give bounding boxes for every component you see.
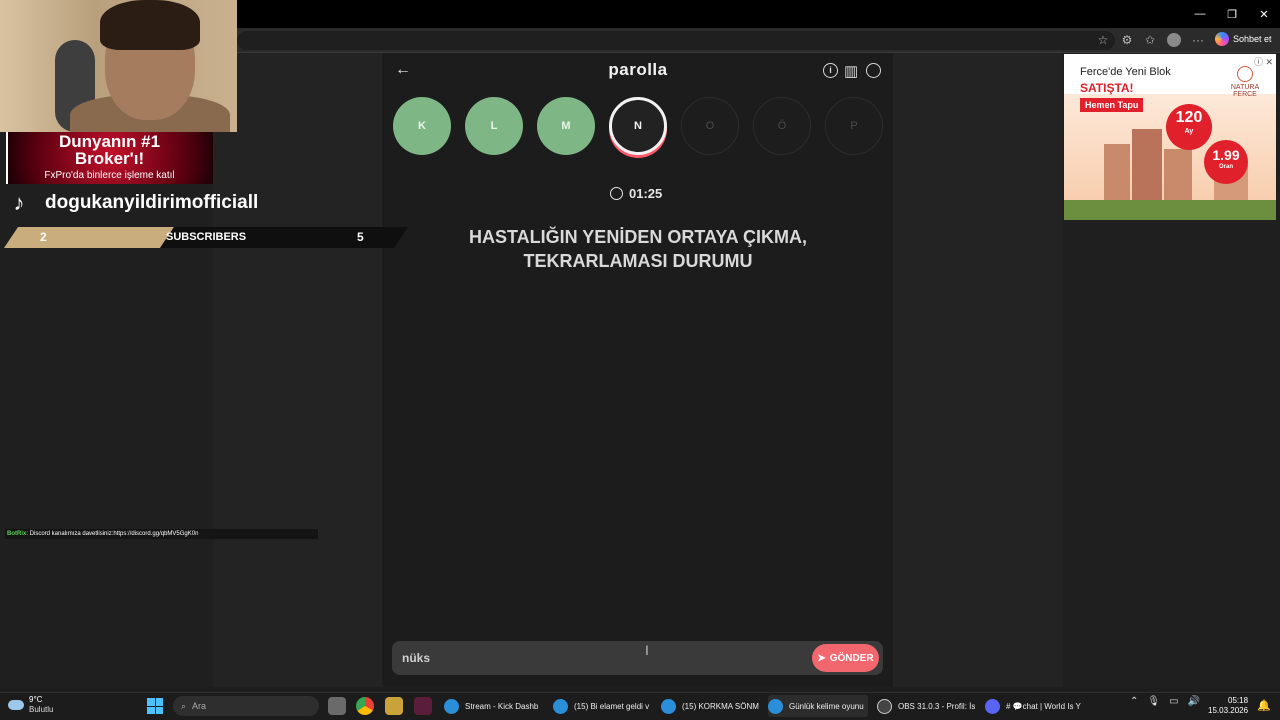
timer-value: 01:25 (629, 186, 663, 201)
question-line-2: TEKRARLAMASI DURUMU (523, 251, 753, 271)
side-ad-rate: 1.99 Oran (1204, 140, 1248, 184)
edge-icon (553, 698, 568, 714)
chat-message-text: : Discord kanalımıza davetlisiniz:https:… (26, 531, 199, 537)
maximize-button[interactable]: ❐ (1216, 0, 1248, 28)
send-label: GÖNDER (829, 652, 874, 664)
side-ad-months: 120 Ay (1166, 104, 1212, 150)
minimize-button[interactable]: — (1184, 0, 1216, 28)
ad-subline: FxPro'da binlerce işleme katıl (44, 170, 175, 181)
address-bar[interactable] (237, 31, 1115, 50)
subscriber-label: SUBSCRIBERS (166, 231, 247, 243)
chrome-icon[interactable] (356, 697, 374, 715)
send-icon: ➤ (817, 652, 826, 664)
search-icon: ⌕ (181, 700, 187, 711)
ad-headline-2: Broker'ı! (74, 149, 145, 168)
brand-logo-icon (1237, 66, 1253, 82)
discord-icon (985, 698, 1000, 714)
letter-n-active: N (609, 97, 667, 155)
question-text: HASTALIĞIN YENİDEN ORTAYA ÇIKMA, TEKRARL… (420, 225, 856, 273)
clock-time: 05:18 (1228, 696, 1249, 705)
send-button[interactable]: ➤ GÖNDER (812, 644, 879, 672)
broker-ad-banner: Dunyanın #1 Broker'ı! FxPro'da binlerce … (6, 132, 213, 184)
obs-icon (877, 698, 892, 714)
start-button[interactable] (147, 698, 163, 714)
account-icon[interactable] (866, 63, 881, 78)
task-kick-dashboard[interactable]: Stream - Kick Dashb (444, 695, 542, 717)
question-line-1: HASTALIĞIN YENİDEN ORTAYA ÇIKMA, (468, 227, 808, 247)
subscriber-bar-left (4, 227, 174, 248)
back-arrow-icon[interactable]: ← (395, 61, 411, 79)
task-youtube-2[interactable]: (15) KORKMA SÖNM (661, 695, 759, 717)
system-tray: ⌃ 🎙 ▭ 🔊 (1130, 696, 1200, 707)
letter-o: O (681, 97, 739, 155)
task-youtube-1[interactable]: (15) Bi elamet geldi v (553, 695, 651, 717)
letter-k: K (393, 97, 451, 155)
profile-icon[interactable] (1167, 33, 1181, 47)
side-ad-line-2: SATIŞTA! (1080, 81, 1134, 95)
subscriber-count-right: 5 (357, 230, 364, 244)
favorites-icon[interactable]: ✩ (1143, 33, 1157, 47)
taskbar-search[interactable]: ⌕ Ara (173, 696, 319, 716)
copilot-icon (1215, 32, 1229, 46)
network-icon[interactable]: ▭ (1169, 696, 1178, 707)
volume-icon[interactable]: 🔊 (1188, 696, 1200, 707)
subscriber-count-left: 2 (40, 230, 47, 244)
info-icon[interactable]: i (823, 63, 838, 78)
side-ad-line-3: Hemen Tapu (1080, 98, 1144, 112)
edge-icon (661, 698, 676, 714)
extensions-icon[interactable]: ⚙ (1120, 33, 1134, 47)
weather-desc: Bulutlu (29, 705, 54, 714)
weather-widget[interactable]: 9°C Bulutlu (8, 695, 53, 715)
copilot-button[interactable]: Sohbet et (1215, 32, 1272, 46)
tiktok-username: dogukanyildirimofficiall (45, 192, 259, 213)
text-cursor-icon: I (645, 642, 649, 658)
clock-date: 15.03.2026 (1208, 706, 1249, 715)
letter-l: L (465, 97, 523, 155)
cloud-icon (8, 700, 24, 710)
window-controls: — ❐ ✕ (1184, 0, 1280, 28)
task-view-icon[interactable] (328, 697, 346, 715)
close-button[interactable]: ✕ (1248, 0, 1280, 28)
left-gutter (213, 53, 381, 687)
search-placeholder: Ara (192, 701, 207, 711)
side-advertisement[interactable]: Ferce'de Yeni Blok SATIŞTA! Hemen Tapu N… (1064, 54, 1276, 220)
chat-bot-name: BotRix (7, 531, 27, 537)
chat-message: BotRix: Discord kanalımıza davetlisiniz:… (5, 529, 318, 539)
file-explorer-icon[interactable] (385, 697, 403, 715)
letter-m: M (537, 97, 595, 155)
task-discord[interactable]: # 💬chat | World Is Y (985, 695, 1085, 717)
ad-close-icon[interactable]: ⓘ ✕ (1254, 55, 1273, 68)
answer-input[interactable] (402, 649, 782, 667)
star-icon[interactable]: ☆ (1096, 33, 1110, 47)
side-ad-line-1: Ferce'de Yeni Blok (1080, 66, 1171, 78)
notification-icon[interactable]: 🔔 (1257, 699, 1271, 712)
page-title: parolla (608, 60, 668, 79)
more-icon[interactable]: ··· (1191, 33, 1205, 47)
right-gutter (894, 53, 1063, 687)
task-word-game[interactable]: Günlük kelime oyunu (768, 695, 868, 717)
stats-icon[interactable]: ▥ (844, 62, 858, 80)
side-ad-brand: NATURA FERCE (1224, 66, 1266, 98)
edge-icon (444, 698, 459, 714)
clock-icon (610, 187, 623, 200)
task-obs[interactable]: OBS 31.0.3 - Profil: İs (877, 695, 975, 717)
timer: 01:25 (610, 186, 662, 201)
chevron-up-icon[interactable]: ⌃ (1130, 696, 1138, 707)
webcam-feed (0, 0, 237, 132)
edge-icon (768, 698, 783, 714)
taskbar-clock[interactable]: 05:18 15.03.2026 (1208, 696, 1248, 716)
weather-temp: 9°C (29, 695, 43, 704)
copilot-label: Sohbet et (1233, 34, 1272, 44)
microphone-icon[interactable]: 🎙 (1147, 696, 1160, 707)
app-icon[interactable] (414, 697, 432, 715)
letter-o-umlaut: Ö (753, 97, 811, 155)
letter-p: P (825, 97, 883, 155)
tiktok-icon: ♪ (13, 190, 25, 215)
